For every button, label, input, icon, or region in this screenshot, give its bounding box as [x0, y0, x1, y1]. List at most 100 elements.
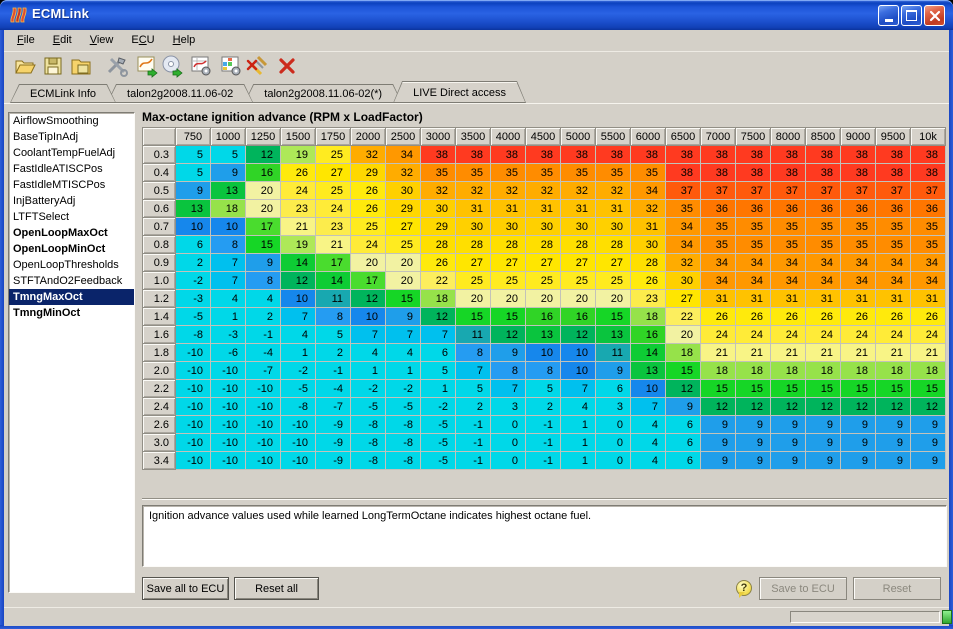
cell-1.2-3000[interactable]: 18 [421, 290, 456, 308]
cell-0.3-6000[interactable]: 38 [631, 146, 666, 164]
cell-3.4-5500[interactable]: 0 [596, 452, 631, 470]
cell-3.4-8500[interactable]: 9 [806, 452, 841, 470]
cell-1.0-7500[interactable]: 34 [736, 272, 771, 290]
cell-1.4-1000[interactable]: 1 [211, 308, 246, 326]
cell-0.5-1000[interactable]: 13 [211, 182, 246, 200]
cell-1.4-8000[interactable]: 26 [771, 308, 806, 326]
row-header-2.0[interactable]: 2.0 [143, 362, 176, 380]
cell-2.0-7000[interactable]: 18 [701, 362, 736, 380]
cell-0.7-7000[interactable]: 35 [701, 218, 736, 236]
cell-1.6-1000[interactable]: -3 [211, 326, 246, 344]
cell-1.4-750[interactable]: -5 [176, 308, 211, 326]
cell-0.3-3000[interactable]: 38 [421, 146, 456, 164]
row-header-1.0[interactable]: 1.0 [143, 272, 176, 290]
cell-0.6-3000[interactable]: 30 [421, 200, 456, 218]
cell-0.5-5000[interactable]: 32 [561, 182, 596, 200]
cell-0.3-2500[interactable]: 34 [386, 146, 421, 164]
cell-1.8-9000[interactable]: 21 [841, 344, 876, 362]
cell-2.4-1750[interactable]: -7 [316, 398, 351, 416]
cell-1.8-6500[interactable]: 18 [666, 344, 701, 362]
cell-1.2-7500[interactable]: 31 [736, 290, 771, 308]
cell-1.6-1250[interactable]: -1 [246, 326, 281, 344]
save-all-to-ecu-button[interactable]: Save all to ECU [142, 577, 229, 600]
cell-1.4-2500[interactable]: 9 [386, 308, 421, 326]
cell-3.4-6500[interactable]: 6 [666, 452, 701, 470]
cell-0.3-4000[interactable]: 38 [491, 146, 526, 164]
cell-0.4-9000[interactable]: 38 [841, 164, 876, 182]
cell-0.7-4500[interactable]: 30 [526, 218, 561, 236]
cell-0.6-3500[interactable]: 31 [456, 200, 491, 218]
cell-0.4-7500[interactable]: 38 [736, 164, 771, 182]
row-header-3.0[interactable]: 3.0 [143, 434, 176, 452]
cell-0.9-10k[interactable]: 34 [911, 254, 946, 272]
col-header-2500[interactable]: 2500 [386, 128, 421, 146]
sidebar-item-basetipinadj[interactable]: BaseTipInAdj [9, 129, 134, 145]
cell-3.4-6000[interactable]: 4 [631, 452, 666, 470]
cell-0.4-8500[interactable]: 38 [806, 164, 841, 182]
cell-0.5-10k[interactable]: 37 [911, 182, 946, 200]
cell-0.6-750[interactable]: 13 [176, 200, 211, 218]
cell-2.6-9000[interactable]: 9 [841, 416, 876, 434]
cell-3.0-9000[interactable]: 9 [841, 434, 876, 452]
cell-1.4-4500[interactable]: 16 [526, 308, 561, 326]
cell-0.6-6000[interactable]: 32 [631, 200, 666, 218]
cell-0.6-6500[interactable]: 35 [666, 200, 701, 218]
row-header-2.2[interactable]: 2.2 [143, 380, 176, 398]
cell-1.4-9500[interactable]: 26 [876, 308, 911, 326]
cell-0.3-1750[interactable]: 25 [316, 146, 351, 164]
cell-1.4-7500[interactable]: 26 [736, 308, 771, 326]
cell-0.8-1500[interactable]: 19 [281, 236, 316, 254]
cell-2.4-9000[interactable]: 12 [841, 398, 876, 416]
cell-1.4-5500[interactable]: 15 [596, 308, 631, 326]
cell-1.2-2000[interactable]: 12 [351, 290, 386, 308]
cell-0.7-6000[interactable]: 31 [631, 218, 666, 236]
cell-0.9-4500[interactable]: 27 [526, 254, 561, 272]
cell-2.0-1000[interactable]: -10 [211, 362, 246, 380]
cell-2.0-3000[interactable]: 5 [421, 362, 456, 380]
cell-2.6-8500[interactable]: 9 [806, 416, 841, 434]
cell-0.5-1750[interactable]: 25 [316, 182, 351, 200]
cell-2.6-1000[interactable]: -10 [211, 416, 246, 434]
cell-1.6-8500[interactable]: 24 [806, 326, 841, 344]
cell-2.4-750[interactable]: -10 [176, 398, 211, 416]
cell-0.7-1750[interactable]: 23 [316, 218, 351, 236]
cell-2.4-5500[interactable]: 3 [596, 398, 631, 416]
sidebar-item-tmngminoct[interactable]: TmngMinOct [9, 305, 134, 321]
minimize-button[interactable] [878, 5, 899, 26]
row-header-0.4[interactable]: 0.4 [143, 164, 176, 182]
cell-2.4-8500[interactable]: 12 [806, 398, 841, 416]
cell-2.6-7500[interactable]: 9 [736, 416, 771, 434]
cell-1.0-3000[interactable]: 22 [421, 272, 456, 290]
cell-0.5-7000[interactable]: 37 [701, 182, 736, 200]
cell-0.6-2500[interactable]: 29 [386, 200, 421, 218]
cell-0.8-6500[interactable]: 34 [666, 236, 701, 254]
cell-0.7-10k[interactable]: 35 [911, 218, 946, 236]
col-header-10k[interactable]: 10k [911, 128, 946, 146]
row-header-1.2[interactable]: 1.2 [143, 290, 176, 308]
cell-1.8-5500[interactable]: 11 [596, 344, 631, 362]
cell-1.0-3500[interactable]: 25 [456, 272, 491, 290]
cell-0.3-1500[interactable]: 19 [281, 146, 316, 164]
cell-0.7-8500[interactable]: 35 [806, 218, 841, 236]
cell-1.4-4000[interactable]: 15 [491, 308, 526, 326]
cell-1.4-10k[interactable]: 26 [911, 308, 946, 326]
cell-2.0-1500[interactable]: -2 [281, 362, 316, 380]
cell-1.8-3500[interactable]: 8 [456, 344, 491, 362]
cell-0.8-3000[interactable]: 28 [421, 236, 456, 254]
cell-2.6-5500[interactable]: 0 [596, 416, 631, 434]
cell-1.6-9000[interactable]: 24 [841, 326, 876, 344]
cell-0.4-2000[interactable]: 29 [351, 164, 386, 182]
cell-1.0-9500[interactable]: 34 [876, 272, 911, 290]
write-disc-button[interactable] [160, 54, 186, 80]
display-config-button[interactable] [218, 54, 244, 80]
cell-2.2-1000[interactable]: -10 [211, 380, 246, 398]
cell-2.4-1250[interactable]: -10 [246, 398, 281, 416]
row-header-0.8[interactable]: 0.8 [143, 236, 176, 254]
cell-0.7-2000[interactable]: 25 [351, 218, 386, 236]
cell-2.4-4000[interactable]: 3 [491, 398, 526, 416]
cell-0.6-5500[interactable]: 31 [596, 200, 631, 218]
cell-2.6-1750[interactable]: -9 [316, 416, 351, 434]
parameter-list[interactable]: AirflowSmoothingBaseTipInAdjCoolantTempF… [8, 112, 135, 593]
cell-1.0-4000[interactable]: 25 [491, 272, 526, 290]
cell-2.2-1750[interactable]: -4 [316, 380, 351, 398]
